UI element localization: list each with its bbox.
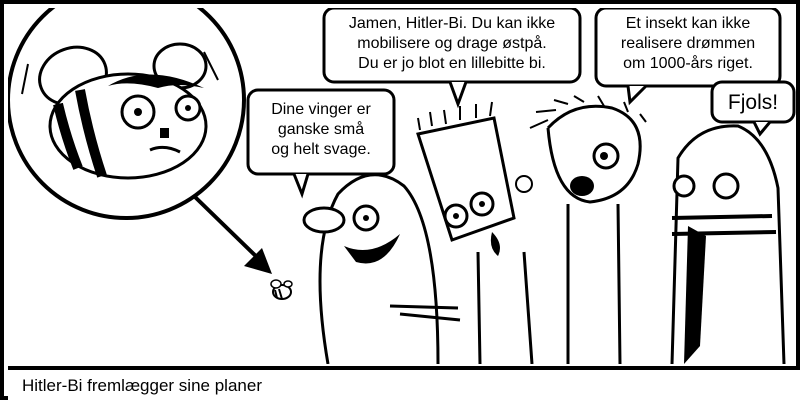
bubble-fourth-text: Fjols! [728,91,778,114]
comic-frame: Dine vinger er ganske små og helt svage.… [0,0,800,400]
zoom-inset [8,8,246,220]
bubble-second-line-2: mobilisere og drage østpå. [357,34,546,52]
character-hairy [529,95,647,364]
comic-panel: Dine vinger er ganske små og helt svage.… [8,8,796,364]
bubble-second-line-1: Jamen, Hitler-Bi. Du kan ikke [349,15,555,32]
caption-bar: Hitler-Bi fremlægger sine planer [8,366,800,400]
bubble-first-line-3: og helt svage. [271,141,371,158]
tiny-bee [270,279,293,300]
character-tall [670,124,786,364]
pointer-arrow [192,194,272,274]
bubble-third-line-1: Et insekt kan ikke [626,15,751,32]
comic-caption: Hitler-Bi fremlægger sine planer [22,376,262,395]
bubble-third-line-3: om 1000-års riget. [623,54,753,72]
bubble-second-line-3: Du er jo blot en lillebitte bi. [358,55,546,72]
bubble-third-line-2: realisere drømmen [621,35,755,52]
bubble-first-line-2: ganske små [278,120,364,138]
character-round [302,173,440,364]
bubble-first-line-1: Dine vinger er [271,101,371,118]
